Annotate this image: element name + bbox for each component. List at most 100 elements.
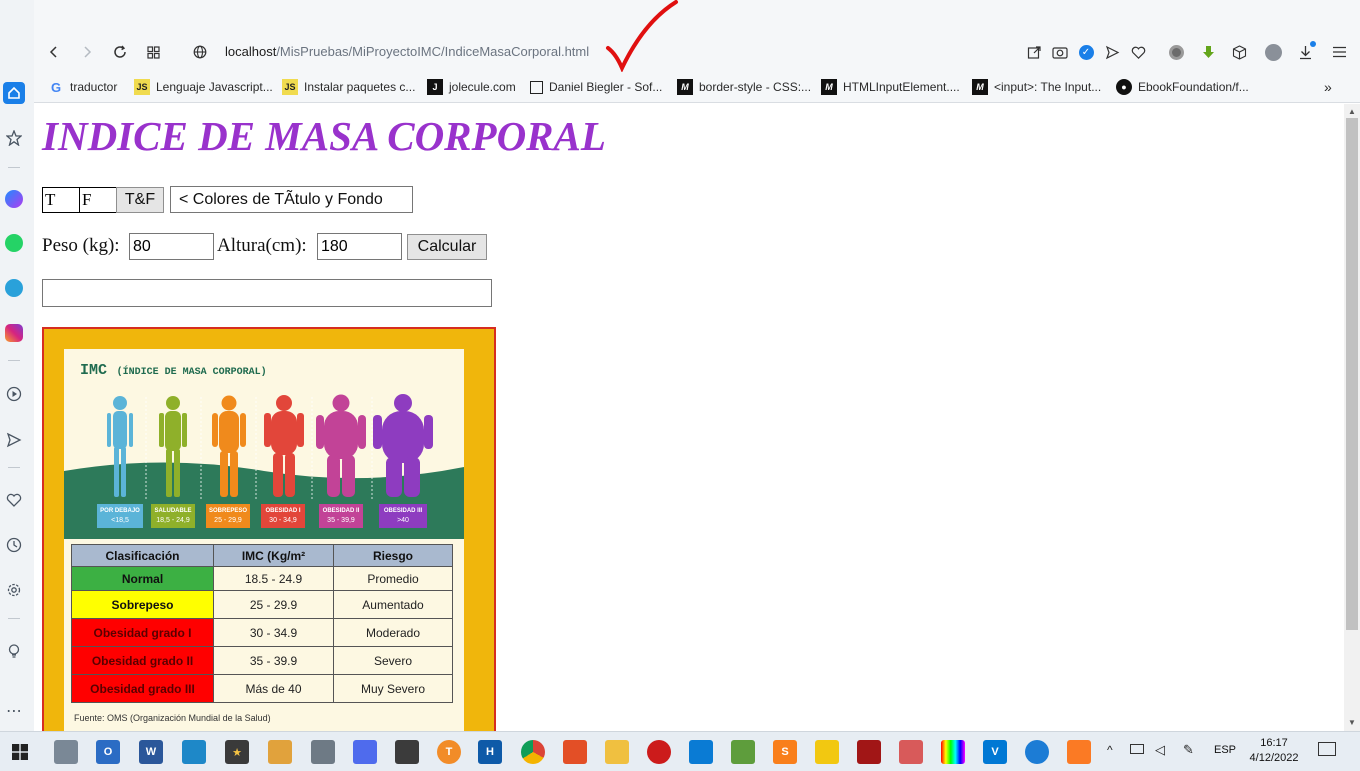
- background-color-input[interactable]: F: [79, 187, 117, 213]
- outlook-icon[interactable]: O: [96, 740, 120, 764]
- category-name: OBESIDAD II: [322, 508, 360, 514]
- git-icon[interactable]: [563, 740, 587, 764]
- language-indicator[interactable]: ESP: [1214, 744, 1236, 756]
- history-icon[interactable]: [3, 534, 25, 556]
- bookmark-label: <input>: The Input...: [994, 80, 1102, 94]
- category-range: 25 - 29,9: [214, 517, 242, 524]
- table-cell: Normal: [71, 566, 214, 591]
- app-icon[interactable]: [731, 740, 755, 764]
- scroll-down-icon[interactable]: ▼: [1348, 718, 1356, 727]
- home-icon[interactable]: [3, 82, 25, 104]
- js-icon: JS: [134, 79, 150, 95]
- bookmark-border-style[interactable]: M border-style - CSS:...: [677, 78, 811, 96]
- back-icon[interactable]: [43, 41, 65, 63]
- table-cell: Severo: [333, 646, 453, 675]
- app-icon[interactable]: V: [983, 740, 1007, 764]
- bookmark-instalar-paquetes[interactable]: JS Instalar paquetes c...: [282, 78, 415, 96]
- notifications-icon[interactable]: [1318, 742, 1336, 756]
- pen-icon[interactable]: ✎: [1183, 742, 1194, 758]
- app-icon[interactable]: [182, 740, 206, 764]
- weight-input[interactable]: 80: [129, 233, 214, 260]
- opera-icon[interactable]: [647, 740, 671, 764]
- player-icon[interactable]: [3, 383, 25, 405]
- calculate-button[interactable]: Calcular: [407, 234, 487, 260]
- table-cell: Aumentado: [333, 590, 453, 619]
- vertical-scrollbar[interactable]: ▲ ▼: [1344, 104, 1360, 731]
- whatsapp-icon[interactable]: [3, 232, 25, 254]
- bookmark-daniel-biegler[interactable]: Daniel Biegler - Sof...: [530, 78, 662, 96]
- cube-icon[interactable]: [1229, 42, 1249, 62]
- heart-icon[interactable]: [3, 489, 25, 511]
- extension-gear-icon[interactable]: [1166, 42, 1186, 62]
- camera-app-icon[interactable]: [311, 740, 335, 764]
- bookmark-traductor[interactable]: G traductor: [48, 78, 117, 96]
- app-icon[interactable]: [815, 740, 839, 764]
- battery-icon[interactable]: [1130, 744, 1144, 754]
- column-header: IMC (Kg/m²: [213, 544, 334, 567]
- speed-dial-icon[interactable]: [3, 127, 25, 149]
- title-color-input[interactable]: T: [42, 187, 80, 213]
- sublime-icon[interactable]: S: [773, 740, 797, 764]
- bookmark-lenguaje-javascript[interactable]: JS Lenguaje Javascript...: [134, 78, 273, 96]
- bmi-image-frame: IMC (ÍNDICE DE MASA CORPORAL) POR DEBAJO…: [42, 327, 496, 731]
- calculator-icon[interactable]: [353, 740, 377, 764]
- more-bookmarks-icon[interactable]: »: [1324, 78, 1332, 96]
- share-icon[interactable]: [1024, 42, 1044, 62]
- telegram-icon[interactable]: [3, 277, 25, 299]
- camera-icon[interactable]: [1050, 42, 1070, 62]
- bookmark-jolecule[interactable]: J jolecule.com: [427, 78, 516, 96]
- forward-icon[interactable]: [76, 41, 98, 63]
- word-icon[interactable]: W: [139, 740, 163, 764]
- app-icon[interactable]: [899, 740, 923, 764]
- table-row: Obesidad grado I 30 - 34.9 Moderado: [71, 618, 453, 647]
- globe-icon[interactable]: [189, 41, 211, 63]
- app-icon[interactable]: [857, 740, 881, 764]
- settings-icon[interactable]: [3, 579, 25, 601]
- scroll-up-icon[interactable]: ▲: [1348, 107, 1356, 116]
- volume-icon[interactable]: ◁: [1155, 742, 1165, 758]
- paint-icon[interactable]: [268, 740, 292, 764]
- vscode-icon[interactable]: [689, 740, 713, 764]
- chrome-icon[interactable]: [521, 740, 545, 764]
- category-badge: SOBREPESO 25 - 29,9: [206, 504, 250, 528]
- file-explorer-icon[interactable]: [605, 740, 629, 764]
- apply-colors-button[interactable]: T&F: [116, 187, 164, 213]
- windows-start-icon[interactable]: [8, 740, 32, 764]
- category-name: SALUDABLE: [154, 508, 192, 514]
- bookmark-input[interactable]: M <input>: The Input...: [972, 78, 1101, 96]
- profile-avatar-icon[interactable]: [1263, 42, 1283, 62]
- send-icon[interactable]: [3, 429, 25, 451]
- reload-icon[interactable]: [109, 41, 131, 63]
- scrollbar-thumb[interactable]: [1346, 118, 1358, 630]
- downloads-icon[interactable]: [1295, 41, 1316, 62]
- clock[interactable]: 16:17 4/12/2022: [1246, 736, 1302, 766]
- send-icon[interactable]: [1102, 42, 1122, 62]
- address-bar[interactable]: localhost/MisPruebas/MiProyectoIMC/Indic…: [225, 44, 589, 59]
- app-icon[interactable]: [1025, 740, 1049, 764]
- height-input[interactable]: 180: [317, 233, 402, 260]
- app-icon[interactable]: T: [437, 740, 461, 764]
- bookmark-label: Daniel Biegler - Sof...: [549, 80, 663, 94]
- colors-info-box: < Colores de TÃtulo y Fondo: [170, 186, 413, 213]
- star-app-icon[interactable]: ★: [225, 740, 249, 764]
- xampp-icon[interactable]: [1067, 740, 1091, 764]
- chevron-up-icon[interactable]: ^: [1107, 743, 1113, 757]
- instagram-icon[interactable]: [3, 322, 25, 344]
- ship-app-icon[interactable]: [395, 740, 419, 764]
- shield-check-icon[interactable]: ✓: [1076, 42, 1096, 62]
- category-name: POR DEBAJO: [100, 508, 140, 514]
- app-icon[interactable]: H: [478, 740, 502, 764]
- bookmark-ebookfoundation[interactable]: ● EbookFoundation/f...: [1116, 78, 1249, 96]
- color-app-icon[interactable]: [941, 740, 965, 764]
- result-output[interactable]: [42, 279, 492, 307]
- file-server-icon[interactable]: [54, 740, 78, 764]
- menu-icon[interactable]: [1329, 42, 1349, 62]
- bookmark-htmlinputelement[interactable]: M HTMLInputElement....: [821, 78, 960, 96]
- download-extension-icon[interactable]: [1198, 42, 1218, 62]
- messenger-icon[interactable]: [3, 188, 25, 210]
- lightbulb-icon[interactable]: [3, 640, 25, 662]
- more-icon[interactable]: ⋯: [3, 700, 25, 722]
- github-icon: ●: [1116, 79, 1132, 95]
- tabs-grid-icon[interactable]: [142, 41, 164, 63]
- heart-icon[interactable]: [1128, 42, 1148, 62]
